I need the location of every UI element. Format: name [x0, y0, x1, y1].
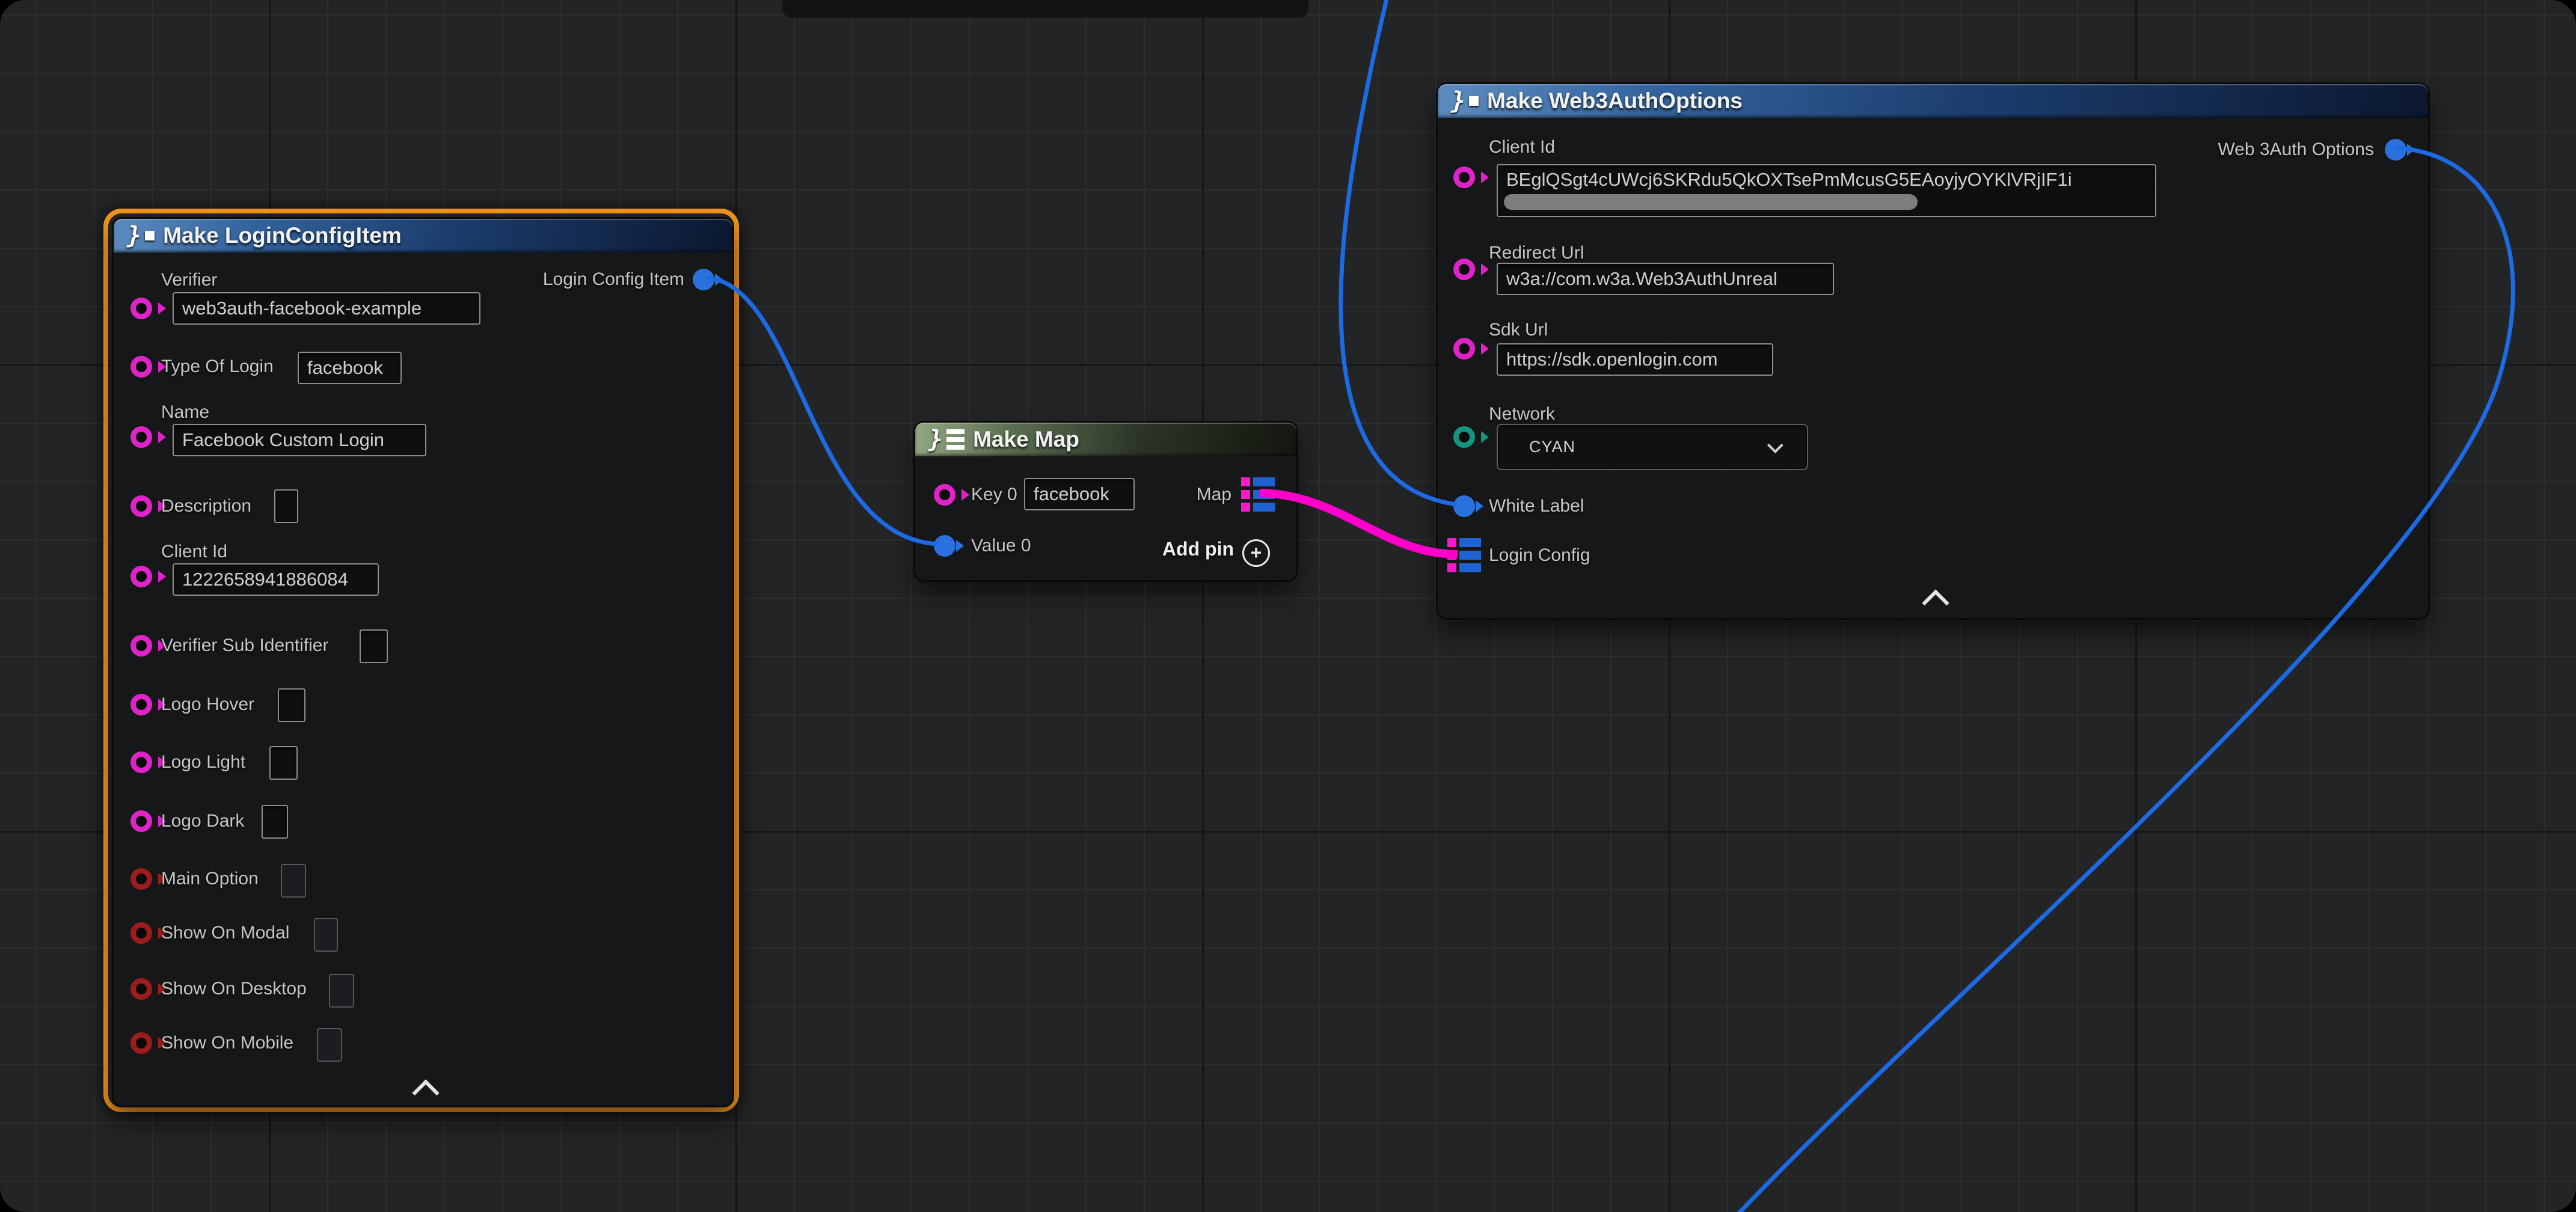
input-pin-type-of-login[interactable] — [130, 356, 152, 378]
sdk-url-input[interactable]: https://sdk.openlogin.com — [1497, 343, 1773, 376]
pin-label-white-label: White Label — [1489, 496, 1584, 516]
input-pin-redirect-url[interactable] — [1453, 259, 1475, 280]
add-pin-label: Add pin — [1162, 538, 1234, 560]
circle-plus-icon: + — [1242, 539, 1270, 567]
node-make-loginconfigitem[interactable]: } Make LoginConfigItem Login Config Item… — [112, 217, 734, 1107]
pin-label-verifier: Verifier — [161, 270, 217, 290]
input-pin-description[interactable] — [130, 495, 152, 517]
pin-label-sdk-url: Sdk Url — [1489, 320, 1548, 340]
client-id-input[interactable]: 1222658941886084 — [173, 563, 379, 596]
pin-label-logo-light: Logo Light — [161, 752, 245, 773]
input-pin-show-on-mobile[interactable] — [130, 1032, 152, 1054]
pin-label-name: Name — [161, 402, 209, 423]
show-on-desktop-checkbox[interactable] — [329, 974, 354, 1008]
type-of-login-input[interactable]: facebook — [298, 352, 402, 384]
output-pin-web3auth-options[interactable] — [2385, 139, 2406, 161]
pin-label-show-on-mobile: Show On Mobile — [161, 1033, 293, 1053]
show-on-mobile-checkbox[interactable] — [317, 1028, 342, 1062]
verifier-input[interactable]: web3auth-facebook-example — [173, 292, 480, 325]
input-pin-login-config[interactable] — [1447, 538, 1481, 573]
input-pin-verifier-sub-identifier[interactable] — [130, 635, 152, 656]
input-pin-show-on-desktop[interactable] — [130, 978, 152, 1000]
make-map-icon: } — [928, 426, 964, 453]
output-pin-label: Login Config Item — [444, 269, 684, 290]
pin-label-main-option: Main Option — [161, 869, 259, 889]
pin-label-logo-hover: Logo Hover — [161, 694, 254, 715]
node-header[interactable]: } Make LoginConfigItem — [114, 219, 732, 252]
input-pin-logo-hover[interactable] — [130, 694, 152, 715]
pin-label-show-on-modal: Show On Modal — [161, 923, 289, 943]
pin-label-value-0: Value 0 — [971, 536, 1031, 556]
node-title: Make Map — [973, 427, 1079, 452]
node-header[interactable]: } Make Map — [915, 423, 1296, 456]
pin-label-show-on-desktop: Show On Desktop — [161, 979, 307, 999]
client-id-scrollbar[interactable] — [1504, 194, 1918, 210]
name-input[interactable]: Facebook Custom Login — [173, 424, 426, 456]
key-0-input[interactable]: facebook — [1024, 478, 1135, 510]
input-pin-name[interactable] — [130, 426, 152, 448]
input-pin-show-on-modal[interactable] — [130, 922, 152, 944]
node-make-map[interactable]: } Make Map Key 0 facebook Map Value 0 Ad… — [913, 421, 1298, 582]
input-pin-logo-light[interactable] — [130, 751, 152, 773]
main-option-checkbox[interactable] — [281, 864, 306, 898]
network-dropdown[interactable]: CYAN — [1497, 424, 1808, 470]
node-make-web3authoptions[interactable]: } Make Web3AuthOptions Web 3Auth Options… — [1436, 82, 2430, 620]
node-title: Make LoginConfigItem — [163, 223, 402, 248]
make-struct-icon: } — [127, 222, 155, 249]
chevron-down-icon — [1767, 437, 1783, 453]
network-selected-value: CYAN — [1529, 438, 1575, 456]
pin-label-verifier-sub-identifier: Verifier Sub Identifier — [161, 635, 328, 656]
input-pin-main-option[interactable] — [130, 868, 152, 890]
show-on-modal-checkbox[interactable] — [314, 918, 338, 952]
pin-label-description: Description — [161, 496, 251, 516]
output-pin-map[interactable] — [1241, 477, 1275, 512]
pin-label-network: Network — [1489, 404, 1555, 424]
offscreen-node-fragment[interactable] — [782, 0, 1309, 18]
node-header[interactable]: } Make Web3AuthOptions — [1438, 84, 2428, 118]
pin-label-logo-dark: Logo Dark — [161, 811, 244, 831]
logo-hover-input[interactable] — [278, 688, 305, 722]
collapse-node-chevron[interactable] — [412, 1079, 439, 1106]
output-pin-label: Web 3Auth Options — [2121, 139, 2374, 160]
pin-label-client-id: Client Id — [161, 542, 227, 562]
blueprint-graph-canvas[interactable]: } Make LoginConfigItem Login Config Item… — [0, 0, 2576, 1212]
input-pin-network[interactable] — [1453, 426, 1475, 448]
node-title: Make Web3AuthOptions — [1487, 88, 1743, 114]
wire-loginconfigitem-to-value0[interactable] — [705, 278, 939, 544]
input-pin-client-id[interactable] — [130, 566, 152, 587]
pin-label-redirect-url: Redirect Url — [1489, 243, 1584, 263]
collapse-node-chevron[interactable] — [1922, 589, 1949, 616]
output-pin-label-map: Map — [1135, 485, 1231, 505]
output-pin-login-config-item[interactable] — [693, 269, 714, 290]
input-pin-client-id[interactable] — [1453, 167, 1475, 188]
logo-light-input[interactable] — [269, 746, 298, 780]
make-struct-icon: } — [1451, 87, 1479, 115]
pin-label-key-0: Key 0 — [971, 485, 1017, 505]
input-pin-key-0[interactable] — [934, 484, 955, 506]
add-pin-button[interactable]: Add pin + — [1162, 538, 1270, 567]
input-pin-white-label[interactable] — [1453, 495, 1475, 517]
pin-label-type-of-login: Type Of Login — [161, 357, 274, 377]
input-pin-logo-dark[interactable] — [130, 810, 152, 832]
description-input[interactable] — [274, 489, 298, 523]
pin-label-login-config: Login Config — [1489, 545, 1590, 566]
input-pin-sdk-url[interactable] — [1453, 338, 1475, 360]
input-pin-value-0[interactable] — [934, 535, 955, 557]
input-pin-verifier[interactable] — [130, 298, 152, 319]
verifier-sub-identifier-input[interactable] — [360, 629, 388, 663]
pin-label-client-id: Client Id — [1489, 137, 1555, 158]
redirect-url-input[interactable]: w3a://com.w3a.Web3AuthUnreal — [1497, 263, 1834, 295]
logo-dark-input[interactable] — [262, 805, 288, 839]
